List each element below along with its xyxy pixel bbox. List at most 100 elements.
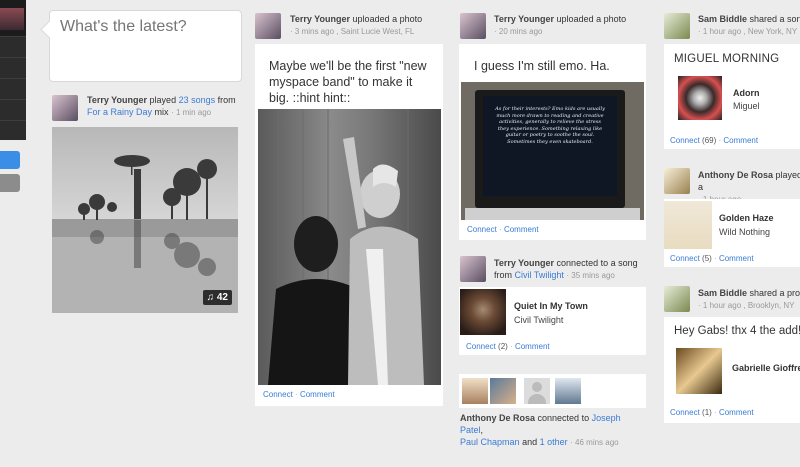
comment-link[interactable]: Comment [300,390,335,399]
mix-cover-image[interactable]: ♫ 42 [52,127,238,313]
artist-link[interactable]: Civil Twilight [515,270,564,280]
action-verb: played [149,95,177,105]
band-photo[interactable] [258,109,441,385]
song-title[interactable]: Quiet In My Town [514,301,588,311]
avatar[interactable] [460,256,486,282]
avatar[interactable] [664,13,690,39]
timestamp: · 1 min ago [171,108,212,117]
songs-link[interactable]: 23 songs [179,95,216,105]
post-header: Terry Younger connected to a song from C… [494,257,654,282]
shared-profile-card: Hey Gabs! thx 4 the add! Gabrielle Gioff… [664,317,800,423]
profile-name[interactable]: Gabrielle Gioffre [732,363,800,373]
album-art[interactable] [678,76,722,120]
connection-avatar[interactable] [462,378,488,404]
comment-link[interactable]: Comment [723,136,758,145]
action-text: connected to [537,413,590,423]
post-caption: Hey Gabs! thx 4 the add! [674,325,800,337]
post-meta: · 1 hour ago , Brooklyn, NY [698,301,795,310]
avatar[interactable] [664,286,690,312]
photo-post-card: Maybe we'll be the first "new myspace ba… [255,44,443,406]
user-silhouette-body [528,394,546,404]
action-text: uploaded a photo [556,14,627,24]
author-name[interactable]: Terry Younger [494,14,554,24]
music-note-icon: ♫ [206,292,215,303]
comment-link[interactable]: Comment [719,408,754,417]
song-post-card: Quiet In My Town Civil Twilight Connect … [459,287,646,355]
post-actions: Connect (69) · Comment [670,136,758,145]
sidebar-gray-button[interactable] [0,174,20,192]
laptop-base [465,208,640,220]
connection-avatar[interactable] [490,378,516,404]
status-composer[interactable] [40,10,242,82]
sidebar-item[interactable] [0,58,26,79]
track-count-badge[interactable]: ♫ 42 [202,290,232,305]
connect-count: (5) [702,254,712,263]
connect-link[interactable]: Connect [466,342,496,351]
author-name[interactable]: Terry Younger [87,95,147,105]
author-name[interactable]: Sam Biddle [698,288,747,298]
song-title[interactable]: Golden Haze [719,213,774,223]
author-name[interactable]: Anthony De Rosa [698,170,773,180]
left-sidebar [0,0,26,140]
song-artist: Wild Nothing [719,227,771,237]
post-meta: · 1 hour ago , New York, NY [698,27,798,36]
post-actions: Connect (2) · Comment [466,342,550,351]
avatar[interactable] [664,168,690,194]
author-name[interactable]: Terry Younger [290,14,350,24]
mix-link[interactable]: For a Rainy Day [87,107,152,117]
status-input[interactable] [58,17,237,37]
comment-link[interactable]: Comment [719,254,754,263]
post-header: Sam Biddle shared a profi · 1 hour ago ,… [698,287,800,312]
comment-link[interactable]: Comment [515,342,550,351]
avatar[interactable] [255,13,281,39]
post-caption: I guess I'm still emo. Ha. [474,59,610,73]
album-art[interactable] [664,201,712,249]
share-title: MIGUEL MORNING [674,53,780,65]
post-meta: · 3 mins ago , Saint Lucie West, FL [290,27,415,36]
song-artist: Civil Twilight [514,315,564,325]
sidebar-item[interactable] [0,0,26,37]
profile-photo[interactable] [676,348,722,394]
shared-song-card: MIGUEL MORNING Adorn Miguel Connect (69)… [664,44,800,149]
timestamp: · 46 mins ago [570,438,619,447]
connection-avatar[interactable] [555,378,581,404]
sidebar-blue-button[interactable] [0,151,20,169]
sidebar-item[interactable] [0,100,26,121]
song-title[interactable]: Adorn [733,88,760,98]
action-text: connected to a song [556,258,638,268]
mix-label: mix [154,107,169,117]
connect-link[interactable]: Connect [670,254,700,263]
connect-count: (1) [702,408,712,417]
avatar[interactable] [460,13,486,39]
separator: · [714,254,717,263]
comment-link[interactable]: Comment [504,225,539,234]
others-link[interactable]: 1 other [540,437,568,447]
post-header: Sam Biddle shared a song · 1 hour ago , … [698,13,800,38]
sidebar-item[interactable] [0,79,26,100]
action-text: shared a profi [749,288,800,298]
avatar[interactable] [52,95,78,121]
laptop-photo[interactable]: As for their interests? Emo kids are usu… [461,82,644,220]
author-name[interactable]: Sam Biddle [698,14,747,24]
user-silhouette-icon [532,382,542,392]
author-name[interactable]: Anthony De Rosa [460,413,535,423]
post-actions: Connect (1) · Comment [670,408,754,417]
person-link[interactable]: Paul Chapman [460,437,520,447]
connect-count: (69) [702,136,717,145]
connect-link[interactable]: Connect [263,390,293,399]
sidebar-item[interactable] [0,37,26,58]
connect-link[interactable]: Connect [467,225,497,234]
post-header: Terry Younger uploaded a photo · 3 mins … [290,13,450,38]
connection-avatar-placeholder[interactable] [524,378,550,404]
post-header: Terry Younger uploaded a photo · 20 mins… [494,13,654,38]
song-post-card: Golden Haze Wild Nothing Connect (5) · C… [664,199,800,267]
separator: · [714,408,717,417]
connect-link[interactable]: Connect [670,136,700,145]
album-art[interactable] [460,289,506,335]
author-name[interactable]: Terry Younger [494,258,554,268]
from-label: from [217,95,236,105]
connect-link[interactable]: Connect [670,408,700,417]
post-header: Terry Younger played 23 songs from For a… [87,94,247,119]
sidebar-avatar [0,8,24,30]
action-text: shared a song [749,14,800,24]
